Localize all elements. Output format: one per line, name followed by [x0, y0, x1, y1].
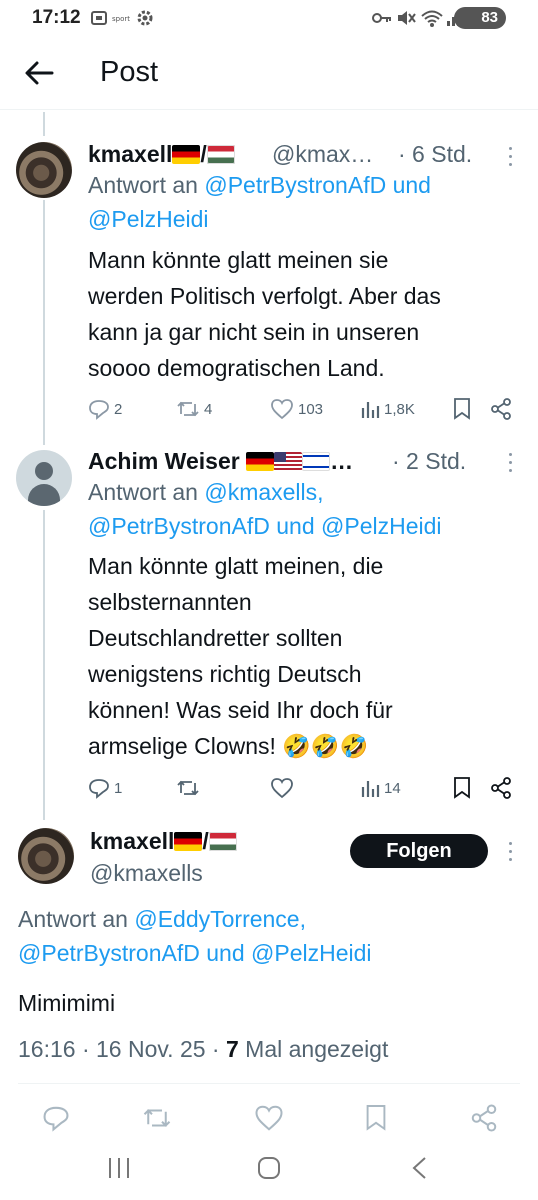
bookmark-icon[interactable]: [364, 1103, 388, 1133]
mute-icon: [398, 11, 416, 25]
battery-indicator: 83: [454, 7, 506, 29]
recent-apps-icon[interactable]: [106, 1156, 132, 1180]
mention-link[interactable]: @PetrBystronAfD: [88, 513, 270, 539]
like-button[interactable]: 103: [270, 397, 323, 421]
view-count: 7: [225, 1036, 239, 1062]
home-icon[interactable]: [256, 1156, 282, 1180]
post-text: Mimimimi: [18, 990, 116, 1016]
status-time: 17:12: [32, 7, 81, 28]
thread-connector: [43, 510, 45, 820]
tweet-text: Man könnte glatt meinen, die selbsternan…: [88, 553, 393, 759]
germany-flag-icon: [172, 145, 201, 164]
follow-button[interactable]: Folgen: [350, 834, 488, 868]
svg-text:sport: sport: [112, 15, 130, 23]
israel-flag-icon: [302, 452, 331, 471]
reply-to-line: Antwort an @EddyTorrence, @PetrBystronAfD…: [18, 906, 372, 966]
reply-button[interactable]: 1: [88, 776, 122, 800]
reply-to-line: Antwort an @PetrBystronAfD und @PelzHeidi: [88, 172, 431, 232]
germany-flag-icon: [246, 452, 275, 471]
avatar[interactable]: [16, 142, 72, 198]
repost-icon: [177, 401, 199, 417]
author-handle[interactable]: @kmax…: [272, 141, 373, 168]
heart-icon[interactable]: [254, 1104, 284, 1132]
author-name[interactable]: kmaxell /: [90, 828, 237, 855]
author-name[interactable]: Achim Weiser …: [88, 448, 353, 475]
reply-button[interactable]: 2: [88, 397, 122, 421]
usa-flag-icon: [274, 452, 303, 471]
hungary-flag-icon: [208, 832, 237, 851]
top-app-bar: Post: [0, 38, 538, 110]
bookmark-icon[interactable]: [452, 397, 472, 421]
reply-to-line: Antwort an @kmaxells, @PetrBystronAfD und…: [88, 479, 442, 539]
post-time[interactable]: · 2 Std.: [392, 448, 466, 475]
views-chart-icon: [361, 781, 380, 797]
mention-link[interactable]: @PetrBystronAfD: [204, 172, 386, 198]
share-icon[interactable]: [490, 397, 512, 421]
views-button[interactable]: 14: [360, 776, 401, 800]
hungary-flag-icon: [206, 145, 235, 164]
post-meta: 16:16 · 16 Nov. 25 · 7 Mal angezeigt: [18, 1036, 389, 1062]
heart-icon: [271, 399, 293, 420]
back-arrow-icon[interactable]: [22, 56, 56, 90]
settings-gear-icon: [137, 10, 153, 26]
repost-icon[interactable]: [176, 776, 200, 800]
mention-link[interactable]: @PelzHeidi: [321, 513, 442, 539]
repost-icon[interactable]: [142, 1104, 172, 1132]
views-button[interactable]: 1,8K: [360, 397, 415, 421]
share-icon[interactable]: [470, 1103, 498, 1133]
system-nav-bar: [0, 1140, 538, 1200]
bookmark-icon[interactable]: [452, 776, 472, 800]
more-options-icon[interactable]: [507, 147, 513, 169]
tweet-text: Mann könnte glatt meinen sie werden Poli…: [88, 247, 441, 381]
avatar[interactable]: [18, 828, 74, 884]
reply-bubble-icon: [89, 400, 109, 420]
post-time[interactable]: · 6 Std.: [398, 141, 472, 168]
mention-link[interactable]: @EddyTorrence,: [134, 906, 306, 932]
mention-link[interactable]: @kmaxells,: [204, 479, 323, 505]
mention-link[interactable]: @PetrBystronAfD: [18, 940, 200, 966]
mention-link[interactable]: @PelzHeidi: [88, 206, 209, 232]
thread-connector: [43, 200, 45, 445]
mention-link[interactable]: @PelzHeidi: [251, 940, 372, 966]
reply-bubble-icon: [89, 779, 109, 799]
share-icon[interactable]: [490, 776, 512, 800]
post-datetime: 16:16 · 16 Nov. 25 ·: [18, 1036, 226, 1062]
reply-bubble-icon[interactable]: [42, 1104, 70, 1132]
repost-button[interactable]: 4: [176, 397, 212, 421]
divider: [18, 1083, 520, 1084]
wifi-icon: [421, 10, 443, 27]
more-options-icon[interactable]: [507, 453, 513, 475]
avatar[interactable]: [16, 450, 72, 506]
page-title: Post: [100, 56, 159, 88]
author-name[interactable]: kmaxell /: [88, 141, 235, 168]
heart-icon[interactable]: [270, 776, 294, 800]
sport-app-icon: sport: [112, 15, 130, 23]
back-nav-icon[interactable]: [408, 1156, 430, 1180]
status-bar: 17:12 sport 83: [0, 0, 538, 38]
germany-flag-icon: [174, 832, 203, 851]
thread-connector: [43, 112, 45, 136]
views-chart-icon: [361, 402, 380, 418]
screen-capture-icon: [91, 11, 107, 25]
author-handle[interactable]: @kmaxells: [90, 860, 203, 887]
more-options-icon[interactable]: [507, 842, 513, 864]
key-icon: [372, 13, 391, 23]
battery-level: 83: [481, 9, 498, 26]
